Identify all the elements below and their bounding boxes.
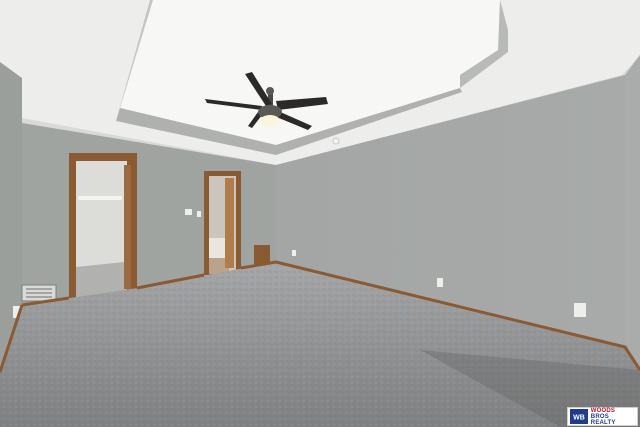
far-right-wall bbox=[625, 55, 640, 370]
smoke-detector bbox=[332, 137, 340, 145]
return-vent bbox=[254, 245, 270, 264]
wall-outlet bbox=[292, 250, 296, 256]
light-switch bbox=[197, 211, 201, 217]
realty-logo-icon: WB bbox=[570, 409, 588, 424]
logo-monogram: WB bbox=[573, 415, 585, 422]
bath-door bbox=[225, 178, 234, 268]
bath-tub bbox=[209, 238, 227, 258]
fan-light bbox=[260, 115, 280, 127]
room-photo bbox=[0, 0, 640, 427]
realty-watermark: WB WOODS BROS REALTY bbox=[567, 407, 638, 426]
wall-outlet bbox=[437, 278, 443, 287]
closet-door bbox=[124, 165, 131, 289]
realty-name-line2: BROS REALTY bbox=[590, 413, 616, 426]
closet-shelf bbox=[78, 196, 122, 200]
thermostat bbox=[185, 209, 192, 215]
realty-name: WOODS BROS REALTY bbox=[591, 408, 635, 426]
wall-outlet bbox=[574, 303, 586, 317]
